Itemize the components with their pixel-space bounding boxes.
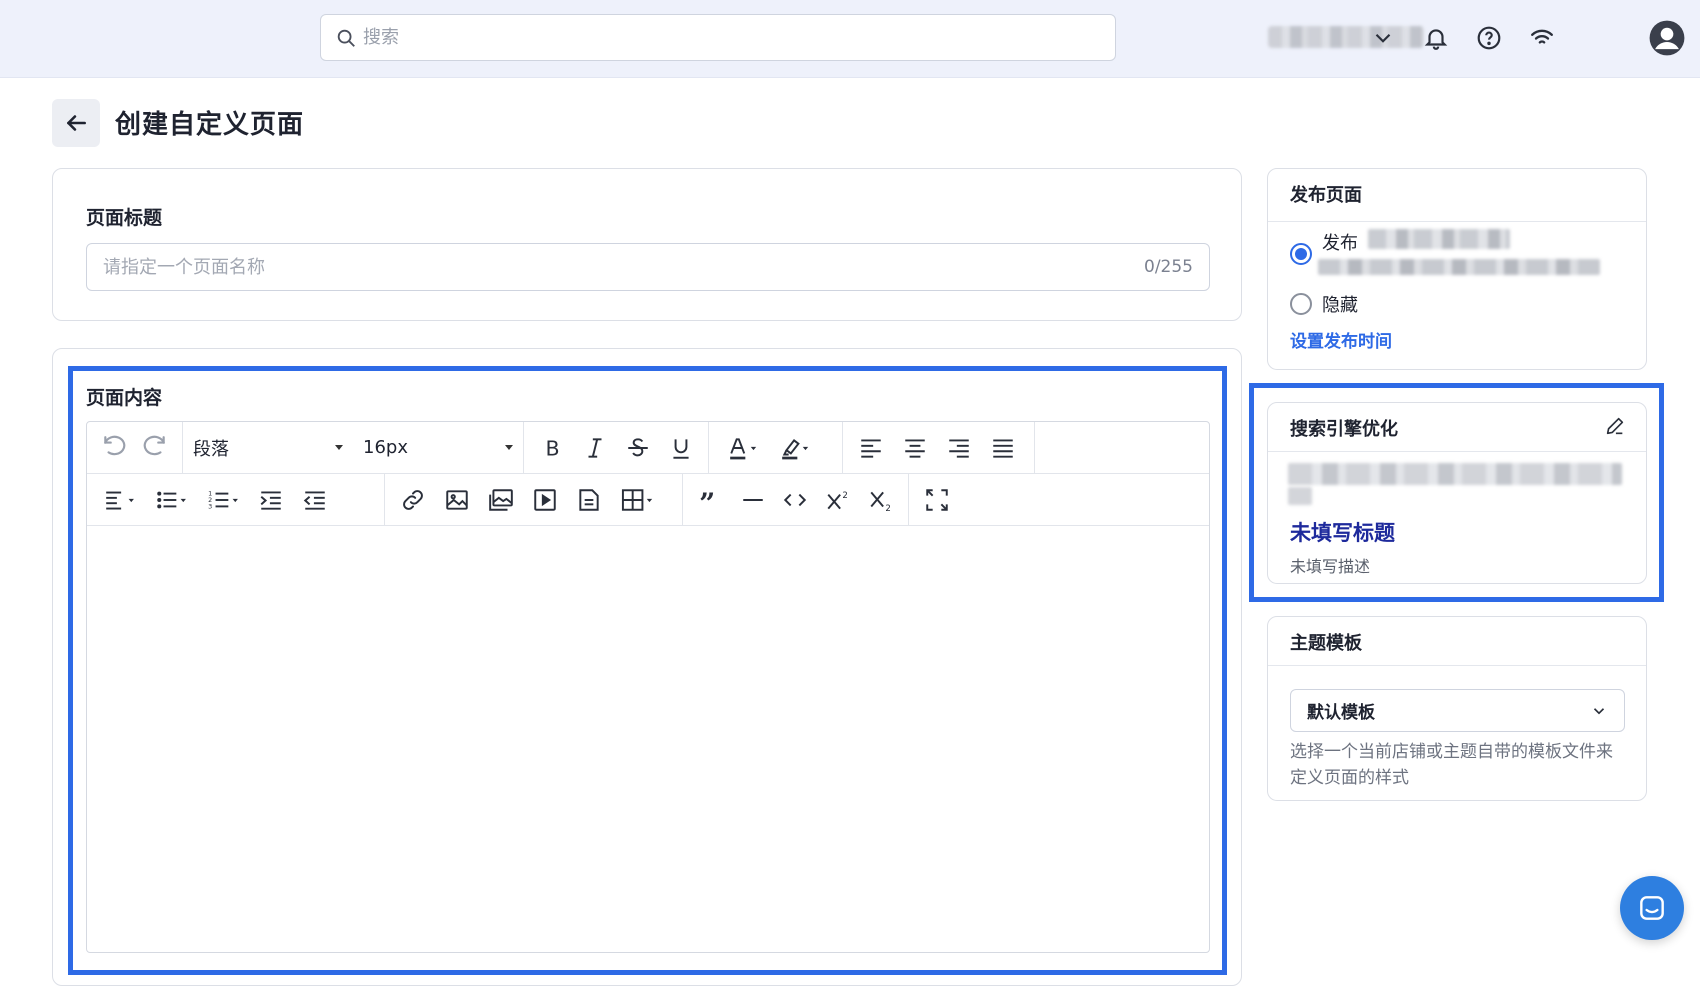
seo-highlight-box bbox=[1249, 383, 1664, 602]
chevron-down-icon bbox=[1593, 707, 1605, 714]
back-button[interactable] bbox=[52, 99, 100, 147]
template-select[interactable]: 默认模板 bbox=[1290, 689, 1625, 732]
search-input[interactable] bbox=[363, 27, 1063, 48]
template-hint: 选择一个当前店铺或主题自带的模板文件来定义页面的样式 bbox=[1290, 742, 1613, 788]
publish-card: 发布页面 发布 隐藏 设置发布时间 bbox=[1267, 168, 1647, 370]
page-title-field[interactable]: 0/255 bbox=[86, 243, 1210, 291]
hide-radio-label[interactable]: 隐藏 bbox=[1322, 291, 1358, 317]
search-box[interactable] bbox=[320, 14, 1116, 61]
divider bbox=[1268, 221, 1646, 222]
publish-radio-label[interactable]: 发布 bbox=[1322, 229, 1358, 255]
theme-card-title: 主题模板 bbox=[1290, 633, 1362, 654]
chat-icon bbox=[1640, 896, 1664, 920]
page-title: 创建自定义页面 bbox=[115, 110, 305, 140]
set-publish-time-link[interactable]: 设置发布时间 bbox=[1290, 327, 1392, 352]
bell-icon[interactable] bbox=[1418, 20, 1454, 56]
char-counter: 0/255 bbox=[1144, 257, 1193, 277]
wifi-icon[interactable] bbox=[1524, 20, 1560, 56]
divider bbox=[1268, 665, 1646, 666]
top-bar bbox=[0, 0, 1700, 78]
page-title-label: 页面标题 bbox=[86, 207, 163, 229]
publish-date-blurred bbox=[1318, 259, 1600, 275]
publish-radio[interactable] bbox=[1290, 243, 1312, 265]
help-icon[interactable] bbox=[1471, 20, 1507, 56]
chat-button[interactable] bbox=[1620, 876, 1684, 940]
chevron-down-icon[interactable] bbox=[1365, 20, 1401, 56]
avatar-icon[interactable] bbox=[1646, 17, 1688, 59]
page-title-input[interactable] bbox=[103, 256, 1144, 278]
theme-template-card: 主题模板 默认模板 选择一个当前店铺或主题自带的模板文件来定义页面的样式 bbox=[1267, 616, 1647, 801]
publish-time-blurred bbox=[1368, 229, 1510, 249]
page-title-card: 页面标题 0/255 bbox=[52, 168, 1242, 321]
arrow-left-icon bbox=[67, 115, 86, 131]
content-highlight-box bbox=[68, 366, 1227, 975]
publish-card-title: 发布页面 bbox=[1290, 185, 1362, 206]
search-icon bbox=[337, 29, 355, 47]
template-select-value: 默认模板 bbox=[1307, 703, 1375, 723]
hide-radio[interactable] bbox=[1290, 293, 1312, 315]
